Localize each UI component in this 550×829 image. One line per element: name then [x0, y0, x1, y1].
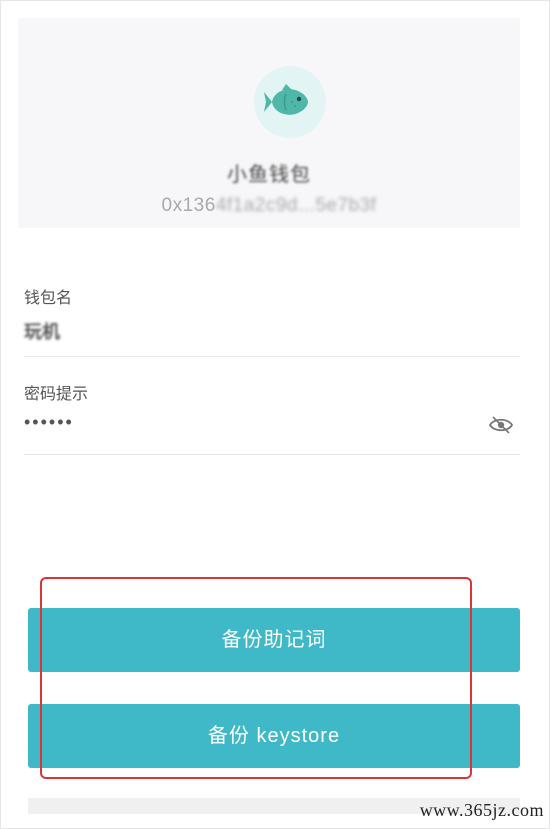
divider [24, 356, 520, 357]
password-hint-label: 密码提示 [24, 386, 89, 403]
wallet-header: 小鱼钱包 0x1364f1a2c9d...5e7b3f [18, 18, 520, 228]
site-watermark: www.365jz.com [419, 800, 544, 820]
wallet-address[interactable]: 0x1364f1a2c9d...5e7b3f [18, 195, 520, 217]
fish-icon [264, 84, 308, 115]
password-hint-field[interactable]: •••••• [24, 412, 520, 433]
highlight-annotation [40, 577, 472, 779]
divider [24, 454, 520, 455]
wallet-name-display: 小鱼钱包 [227, 164, 311, 186]
wallet-address-rest: 4f1a2c9d...5e7b3f [215, 195, 377, 216]
wallet-name-label: 钱包名 [24, 290, 73, 307]
wallet-avatar [254, 66, 326, 138]
eye-icon[interactable] [488, 414, 514, 436]
wallet-address-prefix: 0x136 [161, 195, 216, 216]
wallet-name-field[interactable]: 玩机 [24, 318, 520, 344]
